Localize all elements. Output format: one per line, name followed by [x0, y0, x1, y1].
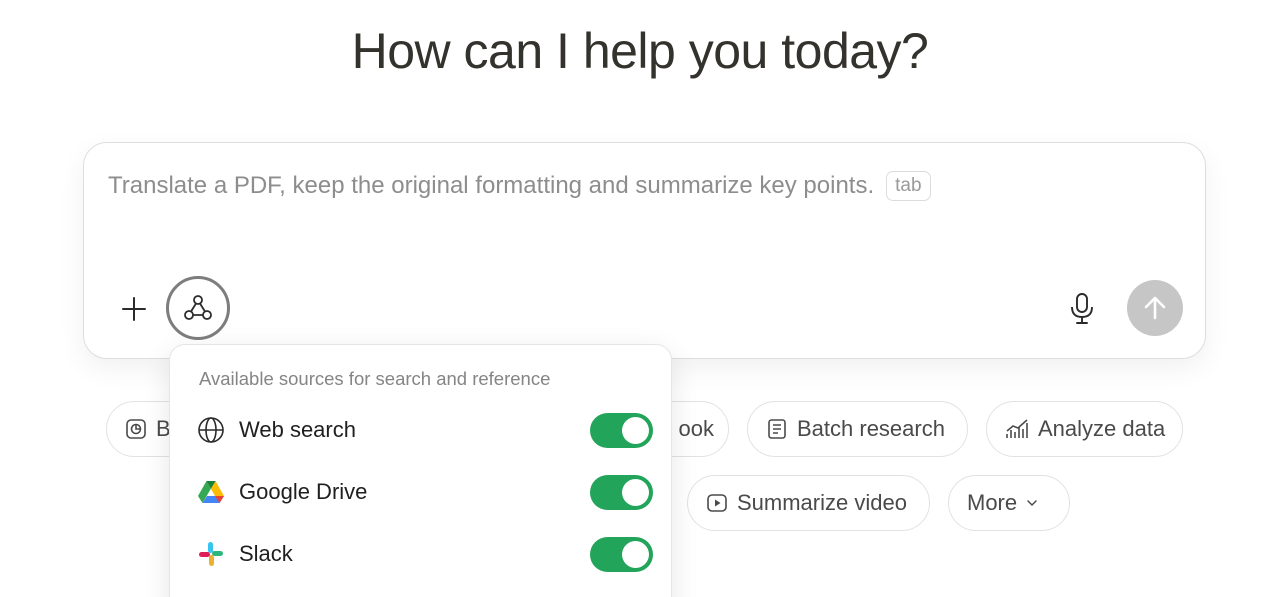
- add-attachment-button[interactable]: [116, 291, 152, 327]
- more-button[interactable]: More: [948, 475, 1070, 531]
- tab-key-hint: tab: [886, 171, 931, 201]
- toggle-knob: [622, 540, 649, 568]
- source-label-web-search: Web search: [239, 417, 356, 442]
- sources-dropdown: Available sources for search and referen…: [169, 344, 672, 597]
- chip-analyze-data[interactable]: Analyze data: [986, 401, 1183, 457]
- chip-batch-research-label: Batch research: [797, 416, 945, 441]
- toggle-slack[interactable]: [590, 536, 653, 572]
- slack-icon: [197, 540, 225, 568]
- microphone-icon: [1071, 293, 1093, 324]
- composer-placeholder: Translate a PDF, keep the original forma…: [108, 172, 875, 199]
- connectors-icon: [184, 295, 212, 320]
- chip-summarize-video[interactable]: Summarize video: [687, 475, 930, 531]
- composer-box[interactable]: Translate a PDF, keep the original forma…: [83, 142, 1206, 359]
- more-button-label: More: [967, 490, 1018, 515]
- source-row-google-drive[interactable]: Google Drive: [170, 468, 673, 516]
- composer-placeholder-row: Translate a PDF, keep the original forma…: [108, 171, 931, 201]
- sources-heading: Available sources for search and referen…: [199, 368, 551, 389]
- google-drive-icon: [197, 478, 225, 506]
- send-button[interactable]: [1127, 280, 1183, 336]
- chip-playbook-label: ook: [678, 416, 714, 441]
- source-label-google-drive: Google Drive: [239, 479, 368, 504]
- toggle-knob: [622, 478, 649, 506]
- play-video-icon: [707, 494, 727, 512]
- toggle-web-search[interactable]: [590, 412, 653, 448]
- chip-analyze-data-label: Analyze data: [1038, 416, 1166, 441]
- bar-chart-icon: [1006, 419, 1028, 438]
- source-label-slack: Slack: [239, 541, 293, 566]
- chart-square-icon: [126, 419, 146, 439]
- document-list-icon: [768, 419, 786, 439]
- chip-batch-research[interactable]: Batch research: [747, 401, 968, 457]
- chevron-down-icon: [1027, 500, 1037, 507]
- page-title: How can I help you today?: [351, 23, 929, 79]
- source-row-slack[interactable]: Slack: [170, 530, 673, 578]
- connectors-button[interactable]: [166, 276, 230, 340]
- plus-icon: [122, 297, 146, 321]
- app-stage: How can I help you today? Translate a PD…: [0, 0, 1280, 597]
- voice-input-button[interactable]: [1064, 289, 1100, 329]
- chip-summarize-video-label: Summarize video: [737, 490, 907, 515]
- toggle-knob: [622, 416, 649, 444]
- arrow-up-icon: [1144, 296, 1166, 320]
- source-row-web-search[interactable]: Web search: [170, 406, 673, 454]
- toggle-google-drive[interactable]: [590, 474, 653, 510]
- globe-icon: [197, 416, 225, 444]
